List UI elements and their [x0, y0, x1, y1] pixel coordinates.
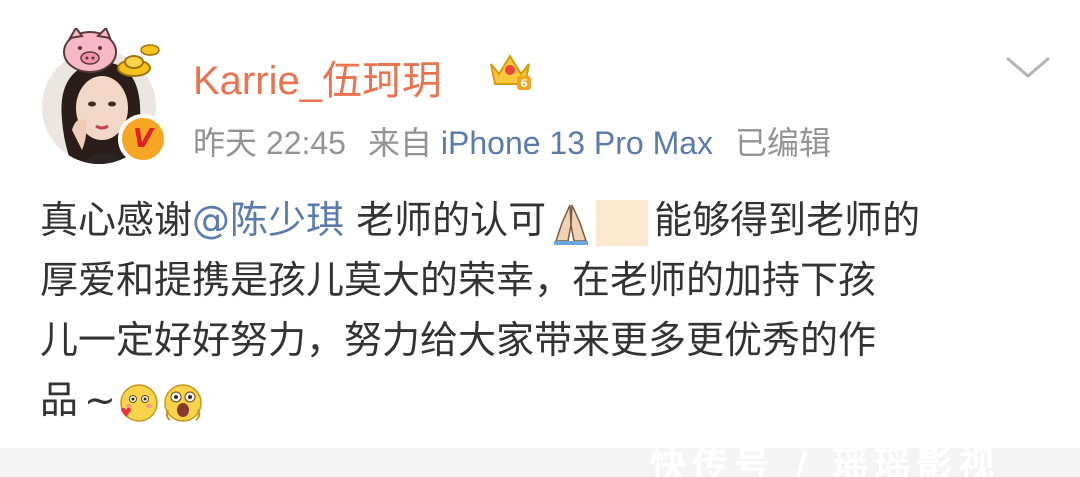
- mention-link[interactable]: @陈少琪: [192, 198, 344, 242]
- surprised-face-emoji: [164, 383, 202, 422]
- edited-label[interactable]: 已编辑: [735, 125, 831, 161]
- skin-tone-modifier: [596, 199, 649, 246]
- content-line-2: 厚爱和提携是孩儿莫大的荣幸，在老师的加持下孩: [40, 258, 877, 302]
- post-time: 昨天 22:45: [193, 125, 346, 161]
- avatar-container[interactable]: V: [40, 28, 170, 164]
- content-line-1: 真心感谢@陈少琪 老师的认可 能够得到老师的: [40, 190, 1050, 250]
- content-text: 品: [40, 378, 79, 422]
- blowing-kiss-emoji: [120, 383, 158, 422]
- weibo-post-card: V Karrie_伍珂玥 6 昨天 22:45 来自 iPhone 13 Pro …: [0, 0, 1080, 448]
- content-text: ~: [84, 378, 116, 422]
- verified-v-badge-icon: V: [118, 114, 168, 164]
- footer-band: 快传号 / 瑶瑶影视: [0, 448, 1080, 477]
- content-text: 老师的认可: [344, 198, 547, 242]
- source-prefix: 来自: [367, 125, 432, 161]
- pig-with-gold-ingot-icon: [63, 28, 160, 77]
- content-line-4: 品 ~: [40, 370, 1050, 430]
- content-line-3: 儿一定好好努力，努力给大家带来更多更优秀的作: [40, 318, 877, 362]
- chevron-down-icon[interactable]: [1003, 52, 1053, 82]
- device-link[interactable]: iPhone 13 Pro Max: [441, 125, 713, 161]
- watermark-text: 快传号 / 瑶瑶影视: [650, 448, 1001, 477]
- content-text: 真心感谢: [40, 198, 193, 242]
- folded-hands-emoji: [554, 204, 589, 245]
- post-content: 真心感谢@陈少琪 老师的认可 能够得到老师的 厚爱和提携是孩儿莫大的荣幸，在老师…: [40, 190, 1050, 430]
- post-meta: 昨天 22:45 来自 iPhone 13 Pro Max 已编辑: [193, 118, 831, 164]
- username[interactable]: Karrie_伍珂玥: [193, 48, 442, 106]
- content-text: 能够得到老师的: [654, 198, 921, 242]
- svg-text:6: 6: [520, 77, 528, 90]
- crown-level-6-icon[interactable]: 6: [487, 50, 533, 92]
